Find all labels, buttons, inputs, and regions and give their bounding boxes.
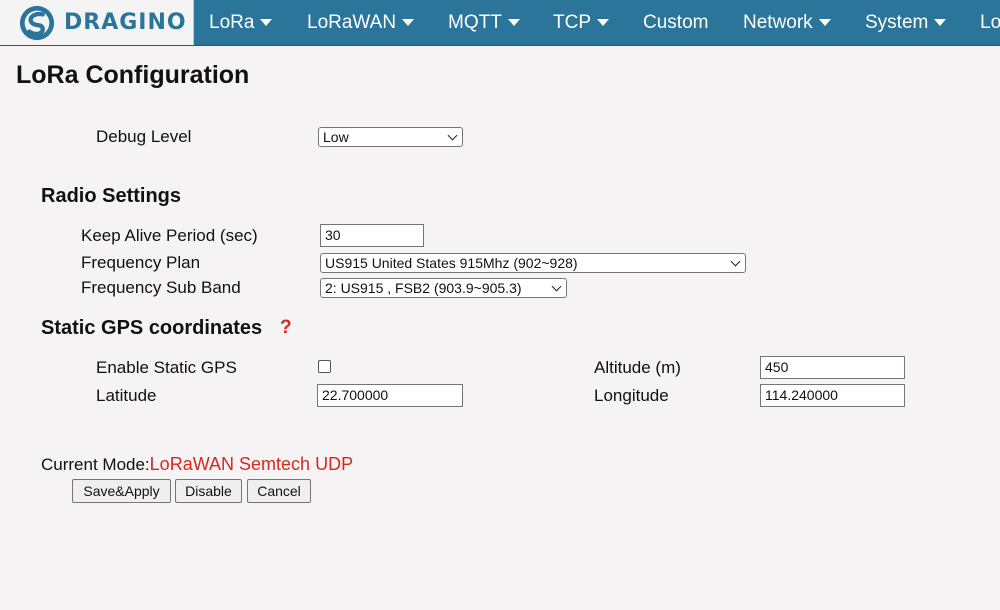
- nav-item-lora[interactable]: LoRa: [209, 0, 273, 45]
- nav-item-mqtt[interactable]: MQTT: [448, 0, 520, 45]
- nav-item-custom[interactable]: Custom: [643, 0, 708, 45]
- nav-item-lorawan[interactable]: LoRaWAN: [307, 0, 415, 45]
- debug-level-select[interactable]: Low: [318, 127, 463, 147]
- frequency-plan-value: US915 United States 915Mhz (902~928): [325, 255, 578, 271]
- static-gps-title: Static GPS coordinates: [41, 317, 263, 339]
- save-apply-button[interactable]: Save&Apply: [72, 479, 171, 503]
- caret-down-icon: [402, 19, 415, 27]
- nav-item-logout[interactable]: Lo: [980, 0, 1000, 45]
- debug-level-label: Debug Level: [96, 127, 192, 146]
- brand-name: DRAGINO: [64, 10, 187, 35]
- frequency-sub-band-select[interactable]: 2: US915 , FSB2 (903.9~905.3): [320, 278, 567, 298]
- chevron-down-icon: [447, 130, 458, 141]
- keep-alive-label: Keep Alive Period (sec): [81, 226, 258, 245]
- nav-item-system[interactable]: System: [865, 0, 947, 45]
- nav-item-tcp[interactable]: TCP: [553, 0, 609, 45]
- caret-down-icon: [818, 19, 831, 27]
- chevron-down-icon: [551, 281, 562, 292]
- frequency-plan-select[interactable]: US915 United States 915Mhz (902~928): [320, 253, 746, 273]
- latitude-input[interactable]: 22.700000: [317, 384, 463, 407]
- caret-down-icon: [507, 19, 520, 27]
- altitude-label: Altitude (m): [594, 358, 681, 377]
- brand-logo[interactable]: DRAGINO: [0, 0, 194, 45]
- frequency-sub-band-value: 2: US915 , FSB2 (903.9~905.3): [325, 280, 522, 296]
- keep-alive-input[interactable]: 30: [320, 224, 424, 247]
- latitude-label: Latitude: [96, 386, 157, 405]
- enable-static-gps-label: Enable Static GPS: [96, 358, 237, 377]
- frequency-plan-label: Frequency Plan: [81, 253, 201, 272]
- disable-button[interactable]: Disable: [175, 479, 242, 503]
- debug-level-value: Low: [323, 129, 349, 145]
- current-mode-label: Current Mode:: [41, 455, 150, 474]
- caret-down-icon: [934, 19, 947, 27]
- cancel-button[interactable]: Cancel: [247, 479, 311, 503]
- frequency-sub-band-label: Frequency Sub Band: [81, 278, 241, 297]
- altitude-input[interactable]: 450: [760, 356, 905, 379]
- help-icon[interactable]: ?: [280, 317, 292, 339]
- chevron-down-icon: [730, 256, 741, 267]
- page-title: LoRa Configuration: [16, 61, 250, 89]
- current-mode-value: LoRaWAN Semtech UDP: [149, 454, 354, 474]
- current-mode: Current Mode:LoRaWAN Semtech UDP: [41, 454, 353, 475]
- longitude-input[interactable]: 114.240000: [760, 384, 905, 407]
- caret-down-icon: [597, 19, 609, 27]
- caret-down-icon: [260, 19, 273, 27]
- nav-item-network[interactable]: Network: [743, 0, 831, 45]
- radio-settings-title: Radio Settings: [41, 185, 182, 207]
- dragino-logo-icon: [19, 5, 55, 40]
- enable-static-gps-checkbox[interactable]: [318, 360, 331, 373]
- top-navbar: DRAGINO LoRa LoRaWAN MQTT TCP Custom Net…: [0, 0, 1000, 46]
- longitude-label: Longitude: [594, 386, 669, 405]
